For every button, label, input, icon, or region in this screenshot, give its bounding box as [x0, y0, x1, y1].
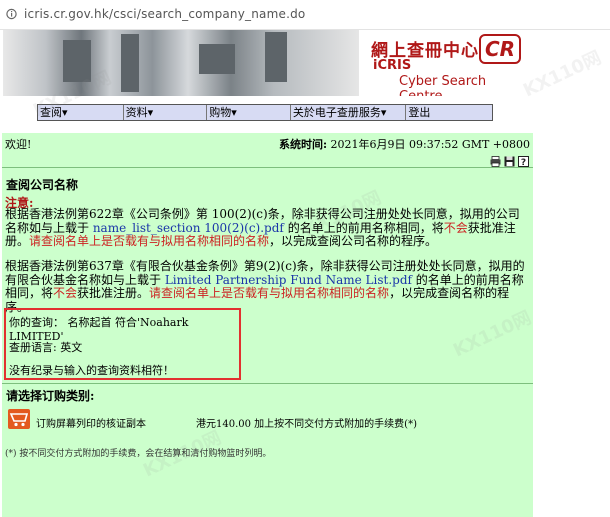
svg-text:?: ?: [521, 158, 526, 167]
printer-icon[interactable]: [490, 152, 501, 167]
url-text[interactable]: icris.cr.gov.hk/csci/search_company_name…: [24, 7, 305, 21]
page-title: 查阅公司名称: [6, 178, 79, 192]
system-time: 系统时间: 2021年6月9日 09:37:52 GMT +0800: [279, 136, 530, 152]
lpf-name-list-link[interactable]: Limited Partnership Fund Name List.pdf: [165, 273, 412, 287]
logo-icris: iCRIS: [373, 58, 412, 73]
save-icon[interactable]: [504, 152, 515, 167]
notice-highlight: 不会: [53, 286, 78, 300]
name-list-100-link[interactable]: name_list_section 100(2)(c).pdf: [93, 221, 284, 235]
order-certified-copy[interactable]: 订购屏幕列印的核证副本: [36, 415, 146, 430]
query-result: 没有纪录与输入的查询资料相符！: [9, 364, 174, 377]
notice-paragraph-637: 根据香港法例第637章《有限合伙基金条例》第9(2)(c)条，除非获得公司注册处…: [5, 259, 530, 314]
order-price: 港元140.00 加上按不同交付方式附加的手续费(*): [196, 419, 417, 430]
divider: [2, 167, 533, 168]
browser-address-bar[interactable]: icris.cr.gov.hk/csci/search_company_name…: [0, 0, 610, 30]
notice-text: ，以完成查阅公司名称的程序。: [269, 234, 438, 248]
menu-search[interactable]: 查阅▾: [38, 105, 124, 120]
menu-about[interactable]: 关於电子查册服务▾: [290, 105, 407, 120]
notice-text: 的名单上的前用名称相同，将: [283, 220, 444, 235]
help-icon[interactable]: ?: [518, 152, 529, 168]
menu-shopping[interactable]: 购物▾: [207, 105, 291, 120]
divider: [2, 383, 533, 384]
cr-logo: CR: [479, 34, 521, 64]
watermark: KX110网: [520, 47, 605, 102]
order-type-heading: 请选择订购类别:: [6, 389, 95, 403]
page-tools: ?: [490, 152, 529, 168]
logo-cyber-search-centre: Cyber Search Centre: [399, 74, 487, 96]
content-panel: 欢迎! 系统时间: 2021年6月9日 09:37:52 GMT +0800 ?…: [2, 133, 533, 517]
delivery-footnote: (*) 按不同交付方式附加的手续费，会在结算和清付购物篮时列明。: [5, 449, 272, 459]
notice-paragraph-622: 根据香港法例第622章《公司条例》第 100(2)(c)条，除非获得公司注册处处…: [5, 207, 530, 249]
site-banner: 網上查冊中心 CR iCRIS Cyber Search Centre: [3, 30, 529, 96]
notice-text: 获批准注册。: [77, 286, 150, 300]
notice-highlight: 请查阅名单上是否载有与拟用名称相同的名称: [29, 234, 270, 248]
menu-logout[interactable]: 登出: [406, 105, 493, 120]
shopping-cart-icon[interactable]: [8, 409, 30, 429]
notice-highlight: 不会: [443, 220, 468, 235]
system-time-value: 2021年6月9日 09:37:52 GMT +0800: [330, 138, 530, 151]
system-time-label: 系统时间:: [278, 138, 328, 151]
welcome-text: 欢迎!: [5, 138, 32, 151]
notice-highlight: 请查阅名单上是否载有与拟用名称相同的名称: [149, 286, 390, 300]
info-icon[interactable]: [6, 8, 17, 20]
menu-info[interactable]: 资料▾: [123, 105, 208, 120]
banner-photo: [3, 30, 359, 96]
query-language: 查册语言: 英文: [9, 341, 83, 354]
main-menu: 查阅▾ 资料▾ 购物▾ 关於电子查册服务▾ 登出: [37, 104, 493, 121]
query-result-box: 你的查询： 名称起首 符合'Noahark LIMITED' 查册语言: 英文 …: [4, 308, 241, 380]
